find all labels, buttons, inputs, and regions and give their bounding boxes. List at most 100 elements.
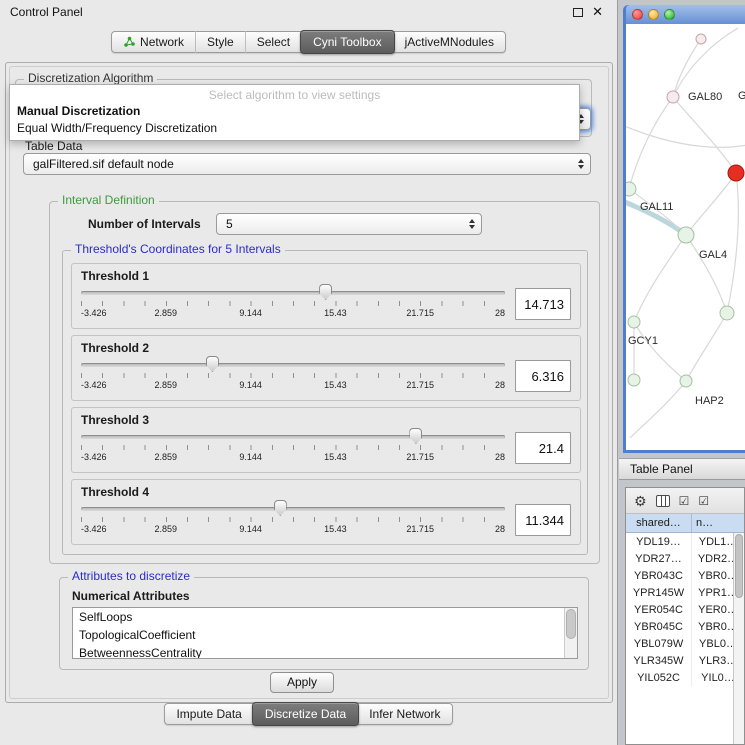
thresholds-coordinates-group: Threshold's Coordinates for 5 Intervals … [62, 250, 588, 555]
table-row[interactable]: YDL19… YDL1… [626, 533, 744, 550]
algorithm-popup-placeholder: Select algorithm to view settings [10, 85, 579, 103]
list-scrollbar[interactable] [564, 608, 577, 658]
slider-thumb[interactable] [206, 356, 219, 372]
tab-discretize-data[interactable]: Discretize Data [252, 702, 359, 726]
network-node[interactable] [696, 34, 706, 44]
apply-button[interactable]: Apply [270, 672, 334, 693]
network-node-red[interactable] [728, 165, 744, 181]
network-node[interactable] [626, 182, 636, 196]
network-node[interactable] [628, 316, 640, 328]
table-row[interactable]: YIL052C YIL0… [626, 669, 744, 686]
table-scrollbar[interactable] [733, 533, 744, 744]
close-icon[interactable]: ✕ [592, 7, 603, 17]
scale-label: -3.426 [81, 380, 107, 390]
minimize-traffic-light[interactable] [648, 9, 659, 20]
tab-select[interactable]: Select [245, 31, 301, 53]
table-cell[interactable]: YLR345W [626, 652, 692, 669]
list-item[interactable]: BetweennessCentrality [73, 644, 577, 659]
bottom-tab-bar: Impute Data Discretize Data Infer Networ… [0, 703, 617, 725]
network-tab-icon [123, 36, 136, 48]
tab-style[interactable]: Style [195, 31, 245, 53]
slider-ticks [81, 445, 505, 450]
threshold-4-slider[interactable]: -3.426 2.859 9.144 15.43 21.715 28 [81, 500, 505, 540]
network-node[interactable] [680, 375, 692, 387]
slider-track[interactable] [81, 363, 505, 367]
tab-label: jActiveMNodules [405, 31, 494, 53]
list-item[interactable]: SelfLoops [73, 608, 577, 626]
table-cell[interactable]: YDL19… [626, 533, 692, 550]
group-title: Threshold's Coordinates for 5 Intervals [71, 242, 285, 256]
slider-thumb[interactable] [409, 428, 422, 444]
threshold-2-value-field[interactable] [515, 360, 571, 392]
numerical-attributes-list[interactable]: SelfLoops TopologicalCoefficient Between… [72, 607, 578, 659]
threshold-label: Threshold 4 [81, 485, 571, 499]
list-item[interactable]: TopologicalCoefficient [73, 626, 577, 644]
numerical-attributes-label: Numerical Attributes [72, 589, 190, 603]
column-header-shared-name[interactable]: shared… [626, 514, 692, 533]
zoom-traffic-light[interactable] [664, 9, 675, 20]
slider-track[interactable] [81, 507, 505, 511]
table-row[interactable]: YER054C YER0… [626, 601, 744, 618]
network-node[interactable] [720, 306, 734, 320]
table-row[interactable]: YLR345W YLR3… [626, 652, 744, 669]
table-cell[interactable]: YBL079W [626, 635, 692, 652]
slider-thumb[interactable] [319, 284, 332, 300]
checkbox-icon[interactable]: ☑ [698, 494, 709, 508]
float-window-icon[interactable] [573, 8, 583, 17]
threshold-4-value-field[interactable] [515, 504, 571, 536]
threshold-3-slider[interactable]: -3.426 2.859 9.144 15.43 21.715 28 [81, 428, 505, 468]
network-node[interactable] [628, 374, 640, 386]
tab-infer-network[interactable]: Infer Network [358, 703, 451, 725]
threshold-label: Threshold 1 [81, 269, 571, 283]
checkbox-icon[interactable]: ☑ [679, 494, 690, 508]
tab-label: Impute Data [176, 703, 241, 725]
table-data-combo[interactable]: galFiltered.sif default node [23, 153, 591, 175]
network-node-label: GA [738, 90, 745, 102]
threshold-2-slider[interactable]: -3.426 2.859 9.144 15.43 21.715 28 [81, 356, 505, 396]
scale-label: 9.144 [239, 452, 262, 462]
threshold-3-value-field[interactable] [515, 432, 571, 464]
table-panel: ⚙ ☑ ☑ shared… n… YDL19… YDL1… YDR27… YDR… [625, 487, 745, 745]
tab-jactivemnodules[interactable]: jActiveMNodules [394, 31, 505, 53]
scrollbar-thumb[interactable] [735, 534, 743, 598]
column-header-name[interactable]: n… [692, 514, 744, 533]
network-node[interactable] [678, 227, 694, 243]
threshold-label: Threshold 2 [81, 341, 571, 355]
table-row[interactable]: YPR145W YPR1… [626, 584, 744, 601]
threshold-2-panel: Threshold 2 -3.426 2.859 9.144 1 [71, 335, 581, 401]
table-row[interactable]: YBR045C YBR0… [626, 618, 744, 635]
tab-network[interactable]: Network [112, 31, 195, 53]
table-cell[interactable]: YER054C [626, 601, 692, 618]
close-traffic-light[interactable] [632, 9, 643, 20]
tab-impute-data[interactable]: Impute Data [165, 703, 252, 725]
scrollbar-thumb[interactable] [566, 609, 576, 639]
column-grid-icon[interactable] [656, 495, 670, 507]
table-cell[interactable]: YBR043C [626, 567, 692, 584]
table-row[interactable]: YBL079W YBL0… [626, 635, 744, 652]
table-cell[interactable]: YIL052C [626, 669, 692, 686]
slider-track[interactable] [81, 435, 505, 439]
table-row[interactable]: YDR27… YDR2… [626, 550, 744, 567]
network-node[interactable] [667, 91, 679, 103]
slider-thumb[interactable] [274, 500, 287, 516]
threshold-1-value-field[interactable] [515, 288, 571, 320]
slider-scale: -3.426 2.859 9.144 15.43 21.715 28 [81, 524, 505, 536]
combo-arrows-icon [578, 159, 584, 169]
number-of-intervals-combo[interactable]: 5 [216, 213, 482, 235]
algorithm-option-manual-discretization[interactable]: Manual Discretization [10, 103, 579, 120]
threshold-1-slider[interactable]: -3.426 2.859 9.144 15.43 21.715 28 [81, 284, 505, 324]
tab-label: Select [257, 31, 290, 53]
network-window-titlebar[interactable] [626, 5, 745, 24]
network-graph[interactable]: GAL80 GA GAL11 GAL4 GCY1 HAP2 [626, 24, 745, 450]
algorithm-option-equal-width-frequency[interactable]: Equal Width/Frequency Discretization [10, 120, 579, 137]
table-cell[interactable]: YBR045C [626, 618, 692, 635]
control-panel: Control Panel ✕ Network Style Sel [0, 0, 618, 745]
settings-gear-icon[interactable]: ⚙ [634, 494, 647, 508]
network-canvas[interactable]: GAL80 GA GAL11 GAL4 GCY1 HAP2 [626, 24, 745, 450]
table-cell[interactable]: YDR27… [626, 550, 692, 567]
slider-track[interactable] [81, 291, 505, 295]
table-cell[interactable]: YPR145W [626, 584, 692, 601]
tab-label: Cyni Toolbox [313, 30, 381, 54]
tab-cyni-toolbox[interactable]: Cyni Toolbox [300, 30, 394, 54]
table-row[interactable]: YBR043C YBR0… [626, 567, 744, 584]
